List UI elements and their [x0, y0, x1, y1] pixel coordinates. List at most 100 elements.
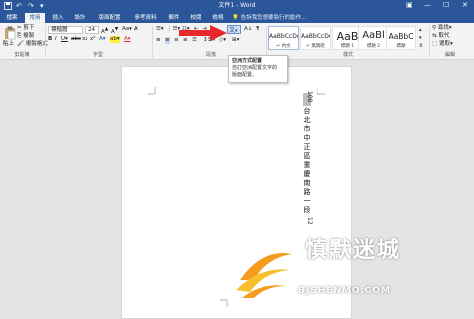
find-icon: ⚲: [432, 25, 437, 31]
align-center-button[interactable]: ≡: [165, 37, 170, 44]
vertical-text-char[interactable]: 市: [302, 125, 312, 134]
vertical-text-char[interactable]: 南: [302, 179, 312, 188]
vertical-text-char[interactable]: 中: [302, 134, 312, 143]
tab-mailings[interactable]: 郵件: [164, 13, 184, 23]
paste-button[interactable]: 貼上: [3, 41, 14, 48]
format-painter-button[interactable]: 🖌 複製格式: [17, 41, 48, 48]
replace-label: 取代: [438, 33, 450, 39]
vertical-text-char[interactable]: 一: [302, 197, 312, 206]
asian-layout-tooltip: 亞洲方式配置 自訂亞洲配置文字的 版面配置。: [228, 55, 288, 83]
style-normal[interactable]: AaBbCcDd ↵ 內文: [268, 26, 299, 50]
ribbon-divider: [152, 26, 153, 58]
vertical-text-char[interactable]: 台: [302, 107, 312, 116]
subscript-button[interactable]: x₂: [82, 36, 87, 43]
tooltip-body-line: 自訂亞洲配置文字的: [232, 65, 278, 71]
tell-me-placeholder: 告訴我您想要執行的動作...: [240, 15, 307, 21]
tab-references[interactable]: 參考資料: [129, 13, 162, 23]
asian-layout-icon[interactable]: 文 ▾: [227, 25, 241, 34]
minimize-icon[interactable]: —: [424, 1, 431, 10]
vertical-text-char[interactable]: 區: [302, 152, 312, 161]
style-sample: AaBbCcDd: [269, 33, 298, 40]
vertical-text-char[interactable]: 路: [302, 188, 312, 197]
cut-label: 剪下: [23, 25, 35, 31]
tab-view[interactable]: 檢視: [208, 13, 228, 23]
editing-group-label: 編輯: [444, 52, 455, 58]
copy-label: 複製: [23, 33, 35, 39]
style-heading-2[interactable]: AaBl 標題 2: [358, 26, 389, 50]
close-icon[interactable]: ✕: [462, 1, 468, 10]
style-name: ↵ 無間距: [306, 44, 325, 49]
tab-file[interactable]: 檔案: [2, 13, 22, 23]
select-icon: ⬚: [432, 41, 438, 47]
font-size-combo[interactable]: 24: [85, 26, 99, 34]
tab-home[interactable]: 常用: [25, 13, 45, 23]
cut-button[interactable]: ✂ 剪下: [17, 25, 34, 32]
shrink-font-button[interactable]: A▼: [111, 26, 118, 36]
margin-corner-mark: [220, 299, 228, 307]
change-case-button[interactable]: Aa▾: [122, 26, 132, 33]
borders-button[interactable]: ⊞▾: [232, 37, 239, 44]
lightbulb-icon: 💡: [232, 15, 239, 21]
vertical-text-postcode[interactable]: 100: [302, 91, 313, 102]
vertical-text-char[interactable]: 北: [302, 116, 312, 125]
vertical-text-char[interactable]: 正: [302, 143, 312, 152]
copy-button[interactable]: ⎘ 複製: [17, 33, 34, 40]
clear-format-icon[interactable]: A̷: [134, 26, 138, 33]
margin-corner-mark: [317, 87, 325, 95]
ribbon-divider: [45, 26, 46, 58]
tooltip-body-line: 版面配置。: [232, 72, 258, 78]
replace-button[interactable]: ⇆ 取代: [432, 33, 449, 40]
style-title[interactable]: AaBbC 標題: [386, 26, 416, 50]
vertical-text-char[interactable]: 重: [302, 161, 312, 170]
tell-me-search[interactable]: 💡 告訴我您想要執行的動作...: [232, 13, 306, 23]
select-button[interactable]: ⬚ 選取▾: [432, 41, 453, 48]
style-name: ↵ 內文: [276, 44, 291, 49]
vertical-text-number[interactable]: 12: [302, 217, 313, 225]
vertical-text-char[interactable]: 慶: [302, 170, 312, 179]
tab-layout[interactable]: 版面配置: [93, 13, 126, 23]
style-sample: AaBbCcDd: [301, 33, 330, 40]
maximize-icon[interactable]: ☐: [443, 1, 449, 10]
vertical-text-char[interactable]: 段: [302, 206, 312, 215]
word-window: ↶ ↷ ▾ 文件1 - Word ▣ — ☐ ✕ 檔案 常用 插入 設計 版面配…: [0, 0, 474, 319]
align-left-button[interactable]: ≡: [156, 37, 161, 44]
style-name: 標題 2: [366, 44, 381, 49]
watermark-name: 慎默迷城: [305, 238, 402, 263]
text-effects-button[interactable]: A▾: [99, 36, 106, 43]
sort-icon[interactable]: A↓: [244, 26, 252, 33]
style-sample: AaBbC: [388, 32, 414, 41]
clipboard-group-label: 剪貼簿: [14, 52, 30, 58]
select-label: 選取: [438, 41, 450, 47]
svg-text:▾: ▾: [235, 28, 238, 33]
bold-button[interactable]: B: [48, 36, 52, 43]
underline-button[interactable]: U▾: [61, 36, 68, 43]
show-marks-icon[interactable]: ¶: [256, 26, 260, 33]
styles-scroll-icon[interactable]: ▴ ▾ ⊻: [419, 26, 423, 50]
style-sample: AaBl: [362, 30, 385, 41]
font-color-button[interactable]: A▾: [124, 36, 131, 43]
style-name: 標題: [396, 44, 406, 49]
window-title: 文件1 - Word: [218, 2, 256, 9]
paste-icon[interactable]: [4, 26, 16, 42]
tab-design[interactable]: 設計: [70, 13, 90, 23]
watermark-logo-icon: [236, 253, 292, 298]
style-no-spacing[interactable]: AaBbCcDd ↵ 無間距: [300, 26, 331, 50]
highlight-button[interactable]: ab▾: [110, 36, 120, 43]
bullets-button[interactable]: ☰▾: [156, 26, 164, 33]
tab-review[interactable]: 校閱: [186, 13, 206, 23]
ribbon-display-icon[interactable]: ▣: [406, 1, 413, 10]
grow-font-button[interactable]: A▲: [101, 26, 108, 36]
red-arrow-annotation: [179, 25, 227, 41]
superscript-button[interactable]: x²: [90, 36, 95, 43]
ribbon-divider: [266, 26, 267, 58]
strikethrough-button[interactable]: abc: [71, 36, 81, 43]
find-button[interactable]: ⚲ 尋找▾: [432, 25, 452, 32]
font-group-label: 字型: [92, 52, 103, 58]
styles-group-label: 樣式: [342, 52, 353, 58]
ribbon-tab-bar: 檔案 常用 插入 設計 版面配置 參考資料 郵件 校閱 檢視 💡 告訴我您想要執…: [0, 12, 474, 23]
tab-insert[interactable]: 插入: [48, 13, 68, 23]
watermark-url: BJSHENMO.COM: [298, 286, 391, 296]
title-bar: ↶ ↷ ▾ 文件1 - Word ▣ — ☐ ✕: [0, 0, 474, 12]
font-name-combo[interactable]: 標楷體: [48, 26, 83, 34]
italic-button[interactable]: I: [55, 36, 57, 43]
